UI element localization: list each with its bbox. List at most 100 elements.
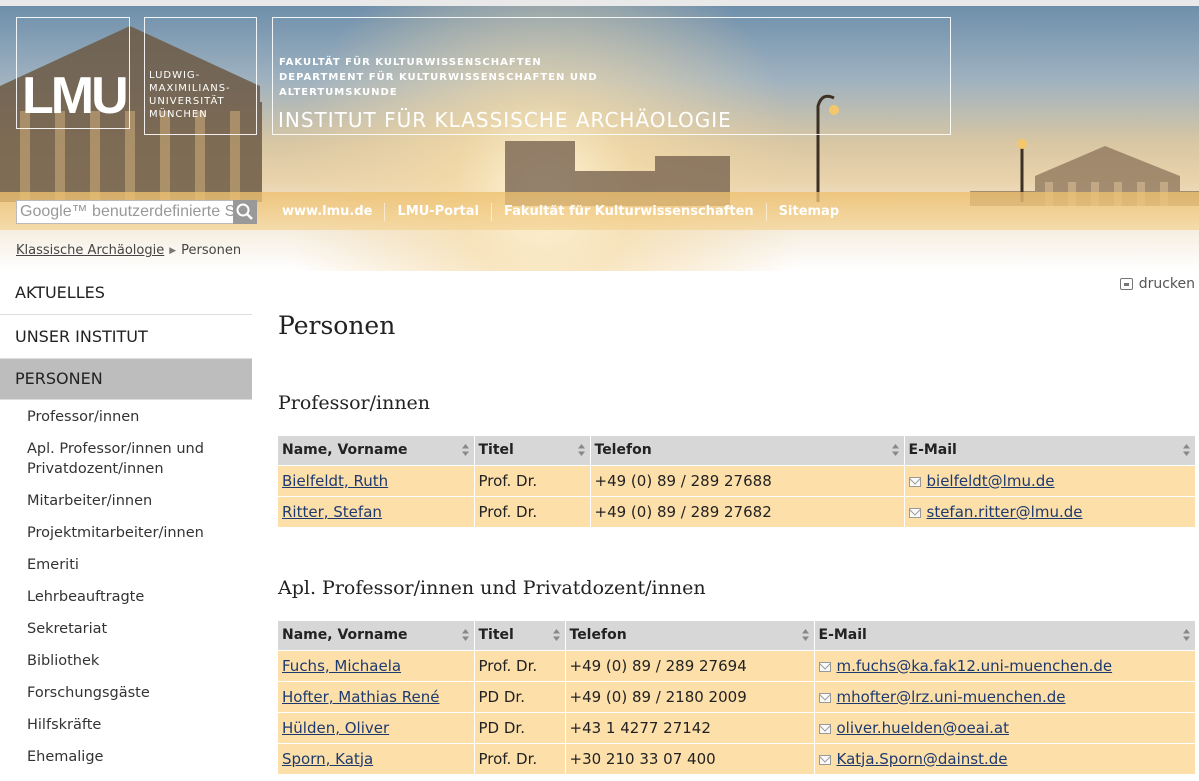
title-cell: PD Dr. (474, 711, 566, 743)
column-header-title[interactable]: Titel (474, 436, 591, 465)
email-cell: m.fuchs@ka.fak12.uni-muenchen.de (814, 649, 1196, 681)
mail-icon (818, 692, 831, 703)
title-cell: Prof. Dr. (474, 464, 591, 496)
name-cell: Hülden, Oliver (278, 711, 475, 743)
phone-cell: +49 (0) 89 / 289 27682 (590, 495, 905, 527)
lmu-logo[interactable]: LMU (22, 70, 129, 122)
sidebar-item-aktuelles[interactable]: AKTUELLES (0, 271, 252, 315)
print-label: drucken (1138, 276, 1195, 292)
column-header-email[interactable]: E-Mail (904, 436, 1196, 465)
table-row: Hülden, Oliver PD Dr. +43 1 4277 27142 o… (278, 711, 1196, 743)
column-header-label: E-Mail (818, 627, 867, 644)
email-cell: oliver.huelden@oeai.at (814, 711, 1196, 743)
faculty-line: FAKULTÄT FÜR KULTURWISSENSCHAFTEN (279, 57, 542, 68)
institute-title[interactable]: INSTITUT FÜR KLASSISCHE ARCHÄOLOGIE (278, 108, 732, 132)
nav-link-portal[interactable]: LMU-Portal (384, 203, 491, 221)
person-link[interactable]: Hofter, Mathias René (282, 688, 439, 706)
email-link[interactable]: stefan.ritter@lmu.de (927, 503, 1083, 521)
sort-icon (461, 444, 469, 456)
search-input[interactable]: Google™ benutzerdefinierte Suche (16, 200, 234, 224)
faculty-name: FAKULTÄT FÜR KULTURWISSENSCHAFTEN DEPART… (279, 55, 679, 100)
breadcrumb-parent[interactable]: Klassische Archäologie (16, 243, 164, 258)
column-header-label: Telefon (569, 627, 627, 644)
sidebar-subitem[interactable]: Professor/innen (0, 402, 252, 433)
sidebar-subitem[interactable]: Emeriti (0, 550, 252, 581)
section-heading: Professor/innen (278, 392, 431, 414)
table-header-row: Name, Vorname Titel Telefon E-Mail (278, 436, 1196, 465)
faculty-line: DEPARTMENT FÜR KULTURWISSENSCHAFTEN UND (279, 72, 598, 83)
sidebar-subitem[interactable]: Projektmitarbeiter/innen (0, 518, 252, 549)
nav-link-faculty[interactable]: Fakultät für Kulturwissenschaften (490, 203, 766, 221)
person-link[interactable]: Hülden, Oliver (282, 719, 389, 737)
university-name-line: MÜNCHEN (149, 109, 208, 120)
column-header-label: Titel (478, 627, 514, 644)
table-row: Bielfeldt, Ruth Prof. Dr. +49 (0) 89 / 2… (278, 464, 1196, 496)
person-link[interactable]: Sporn, Katja (282, 750, 373, 768)
faculty-line: ALTERTUMSKUNDE (279, 87, 398, 98)
column-header-name[interactable]: Name, Vorname (278, 436, 475, 465)
title-cell: Prof. Dr. (474, 649, 566, 681)
column-header-title[interactable]: Titel (474, 621, 566, 650)
name-cell: Bielfeldt, Ruth (278, 464, 475, 496)
nav-link-lmu[interactable]: www.lmu.de (282, 203, 384, 221)
column-header-email[interactable]: E-Mail (814, 621, 1196, 650)
email-link[interactable]: bielfeldt@lmu.de (927, 472, 1055, 490)
sort-icon (461, 629, 469, 641)
person-link[interactable]: Ritter, Stefan (282, 503, 382, 521)
people-table: Name, Vorname Titel Telefon E-Mail Bielf… (278, 436, 1196, 527)
person-link[interactable]: Bielfeldt, Ruth (282, 472, 388, 490)
person-link[interactable]: Fuchs, Michaela (282, 657, 401, 675)
name-cell: Sporn, Katja (278, 742, 475, 774)
sidebar-subitem[interactable]: Mitarbeiter/innen (0, 486, 252, 517)
column-header-label: Telefon (594, 442, 652, 459)
sidebar-subitem[interactable]: Lehrbeauftragte (0, 582, 252, 613)
print-link[interactable]: drucken (1119, 276, 1195, 292)
email-cell: mhofter@lrz.uni-muenchen.de (814, 680, 1196, 712)
search-icon (236, 203, 253, 220)
mail-icon (908, 507, 921, 518)
table-header-row: Name, Vorname Titel Telefon E-Mail (278, 621, 1196, 650)
sidebar-subitem[interactable]: Forschungsgäste (0, 678, 252, 709)
sidebar-subitem[interactable]: Hilfskräfte (0, 710, 252, 741)
sidebar-item-personen[interactable]: PERSONEN (0, 359, 252, 400)
title-cell: Prof. Dr. (474, 742, 566, 774)
nav-link-sitemap[interactable]: Sitemap (765, 203, 851, 221)
column-header-label: Name, Vorname (282, 627, 408, 644)
university-name: LUDWIG- MAXIMILIANS- UNIVERSITÄT MÜNCHEN (149, 69, 257, 121)
email-cell: bielfeldt@lmu.de (904, 464, 1196, 496)
top-nav: www.lmu.de LMU-Portal Fakultät für Kultu… (282, 203, 851, 221)
email-link[interactable]: oliver.huelden@oeai.at (837, 719, 1009, 737)
sort-icon (577, 444, 585, 456)
breadcrumb-arrow-icon: ▶ (169, 246, 177, 256)
phone-cell: +49 (0) 89 / 2180 2009 (565, 680, 815, 712)
page-title: Personen (278, 311, 396, 340)
table-row: Hofter, Mathias René PD Dr. +49 (0) 89 /… (278, 680, 1196, 712)
sort-icon (552, 629, 560, 641)
column-header-label: Titel (478, 442, 514, 459)
title-cell: Prof. Dr. (474, 495, 591, 527)
mail-icon (818, 661, 831, 672)
university-name-line: UNIVERSITÄT (149, 96, 225, 107)
sidebar-subitem[interactable]: Ehemalige (0, 742, 252, 773)
column-header-name[interactable]: Name, Vorname (278, 621, 475, 650)
column-header-label: Name, Vorname (282, 442, 408, 459)
university-name-line: LUDWIG- (149, 70, 201, 81)
sort-icon (891, 444, 899, 456)
university-name-line: MAXIMILIANS- (149, 83, 231, 94)
email-cell: Katja.Sporn@dainst.de (814, 742, 1196, 774)
breadcrumb: Klassische Archäologie ▶ Personen (16, 243, 241, 258)
email-link[interactable]: Katja.Sporn@dainst.de (837, 750, 1008, 768)
sidebar-subitem[interactable]: Bibliothek (0, 646, 252, 677)
section-heading: Apl. Professor/innen und Privatdozent/in… (278, 577, 706, 599)
sidebar-subitem[interactable]: Sekretariat (0, 614, 252, 645)
sort-icon (1183, 444, 1190, 456)
email-cell: stefan.ritter@lmu.de (904, 495, 1196, 527)
search-button[interactable] (233, 200, 257, 224)
sort-icon (801, 629, 809, 641)
column-header-phone[interactable]: Telefon (590, 436, 905, 465)
email-link[interactable]: mhofter@lrz.uni-muenchen.de (837, 688, 1066, 706)
column-header-phone[interactable]: Telefon (565, 621, 815, 650)
sidebar-item-unser-institut[interactable]: UNSER INSTITUT (0, 315, 252, 359)
sidebar-subitem[interactable]: Apl. Professor/innen und Privatdozent/in… (0, 434, 252, 485)
email-link[interactable]: m.fuchs@ka.fak12.uni-muenchen.de (837, 657, 1113, 675)
